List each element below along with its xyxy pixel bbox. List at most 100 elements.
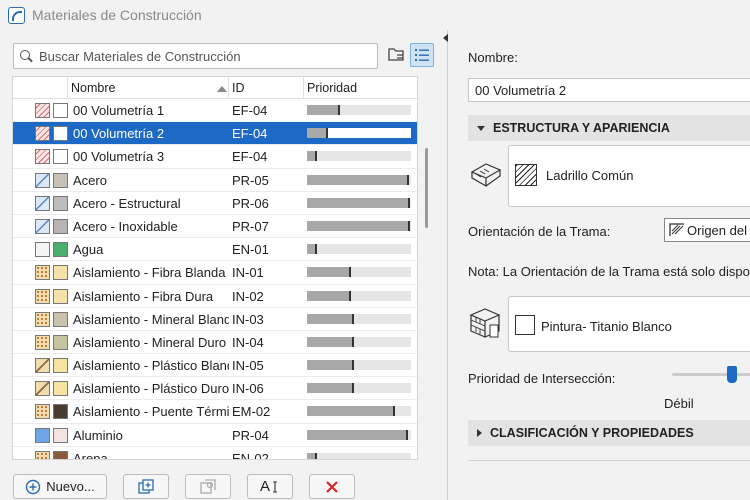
- table-row[interactable]: Agua EN-01: [13, 238, 417, 262]
- material-name: Arena: [73, 450, 108, 460]
- section-title: ESTRUCTURA Y APARIENCIA: [493, 121, 670, 135]
- intersection-priority-slider[interactable]: [672, 373, 750, 376]
- column-header-priority[interactable]: Prioridad: [307, 81, 357, 95]
- new-button[interactable]: Nuevo...: [13, 474, 107, 499]
- material-name: 00 Volumetría 3: [73, 149, 165, 165]
- folder-view-button[interactable]: [385, 43, 409, 67]
- rename-label: A: [259, 478, 270, 495]
- orientation-dropdown[interactable]: Origen del: [664, 218, 750, 242]
- column-header-name[interactable]: Nombre: [71, 81, 115, 95]
- search-field[interactable]: Buscar Materiales de Construcción: [13, 43, 378, 69]
- material-id: IN-04: [232, 334, 264, 350]
- table-row[interactable]: Acero - Inoxidable PR-07: [13, 215, 417, 239]
- duplicate-icon: [138, 478, 154, 494]
- table-row[interactable]: Aislamiento - Fibra Dura IN-02: [13, 285, 417, 308]
- section-structure-appearance[interactable]: ESTRUCTURA Y APARIENCIA: [468, 115, 750, 141]
- priority-bar-fill: [307, 220, 410, 231]
- priority-bar: [307, 151, 411, 162]
- list-icon: [415, 49, 429, 61]
- slider-knob[interactable]: [727, 366, 737, 383]
- surface-name: Pintura- Titanio Blanco: [541, 319, 672, 334]
- color-swatch: [53, 427, 68, 443]
- priority-bar: [307, 244, 411, 255]
- add-circle-icon: [26, 479, 41, 494]
- fill-pattern-swatch: [35, 334, 50, 350]
- material-id: EF-04: [232, 126, 268, 142]
- color-swatch: [53, 195, 68, 211]
- fill-pattern-swatch: [35, 242, 50, 258]
- material-id: EN-02: [232, 450, 269, 460]
- color-swatch: [53, 149, 68, 165]
- material-id: PR-04: [232, 427, 269, 443]
- table-row[interactable]: Aislamiento - Mineral Duro IN-04: [13, 331, 417, 355]
- fill-pattern-swatch: [35, 265, 50, 281]
- material-name: 00 Volumetría 2: [73, 126, 165, 142]
- duplicate-button[interactable]: [123, 474, 169, 499]
- table-row[interactable]: Aislamiento - Fibra Blanda IN-01: [13, 261, 417, 285]
- cut-fill-icon: [470, 163, 502, 188]
- color-swatch: [53, 103, 68, 118]
- fill-pattern-swatch: [35, 172, 50, 188]
- folder-tree-icon: [388, 48, 404, 61]
- priority-bar-fill: [307, 151, 317, 162]
- table-row[interactable]: 00 Volumetría 2 EF-04: [13, 122, 417, 146]
- scrollbar-thumb[interactable]: [425, 148, 428, 228]
- fill-pattern-swatch: [35, 103, 50, 118]
- table-row[interactable]: Aislamiento - Mineral Blando IN-03: [13, 308, 417, 331]
- column-separator: [228, 77, 229, 99]
- priority-bar: [307, 220, 411, 231]
- collapsed-triangle-icon: [477, 429, 482, 437]
- priority-bar: [307, 174, 411, 185]
- fill-pattern-swatch: [35, 358, 50, 374]
- table-row[interactable]: Aislamiento - Plástico Blando IN-05: [13, 354, 417, 378]
- color-swatch: [53, 381, 68, 397]
- table-row[interactable]: Acero PR-05: [13, 169, 417, 192]
- table-row[interactable]: Aislamiento - Plástico Duro IN-06: [13, 377, 417, 401]
- sort-ascending-icon: [217, 86, 227, 92]
- priority-bar-fill: [307, 452, 317, 459]
- fill-pattern-swatch: [35, 404, 50, 420]
- paint-swatch: [515, 315, 535, 335]
- window-title: Materiales de Construcción: [32, 7, 202, 23]
- section-classification-properties[interactable]: CLASIFICACIÓN Y PROPIEDADES: [468, 420, 750, 446]
- priority-bar-fill: [307, 313, 354, 324]
- rename-button[interactable]: A: [247, 474, 293, 499]
- priority-bar: [307, 452, 411, 459]
- fill-pattern-swatch: [35, 381, 50, 397]
- section-title: CLASIFICACIÓN Y PROPIEDADES: [490, 426, 694, 440]
- priority-bar: [307, 383, 411, 394]
- material-id: EM-02: [232, 404, 271, 420]
- import-button[interactable]: [185, 474, 231, 499]
- color-swatch: [53, 450, 68, 459]
- table-header: Nombre ID Prioridad: [13, 77, 417, 99]
- table-row[interactable]: 00 Volumetría 3 EF-04: [13, 145, 417, 169]
- material-name: Agua: [73, 242, 104, 258]
- table-row[interactable]: 00 Volumetría 1 EF-04: [13, 99, 417, 123]
- column-separator: [303, 77, 304, 99]
- search-input[interactable]: Buscar Materiales de Construcción: [39, 49, 241, 64]
- name-field[interactable]: 00 Volumetría 2: [468, 78, 750, 102]
- surface-selector[interactable]: Pintura- Titanio Blanco: [508, 296, 750, 352]
- table-row[interactable]: Arena EN-02: [13, 447, 417, 460]
- priority-bar-fill: [307, 128, 328, 139]
- material-id: IN-05: [232, 358, 264, 374]
- list-view-button[interactable]: [410, 43, 434, 67]
- priority-bar: [307, 336, 411, 347]
- priority-bar: [307, 290, 411, 301]
- color-swatch: [53, 404, 68, 420]
- color-swatch: [53, 265, 68, 281]
- cut-fill-name: Ladrillo Común: [546, 168, 634, 183]
- material-id: EF-04: [232, 149, 268, 165]
- table-row[interactable]: Aluminio PR-04: [13, 424, 417, 447]
- table-row[interactable]: Acero - Estructural PR-06: [13, 192, 417, 215]
- material-name: Acero: [73, 172, 107, 188]
- priority-bar-fill: [307, 244, 317, 255]
- cut-fill-selector[interactable]: Ladrillo Común: [508, 145, 750, 207]
- orientation-label: Orientación de la Trama:: [468, 224, 611, 239]
- priority-bar: [307, 313, 411, 324]
- delete-button[interactable]: [309, 474, 355, 499]
- column-separator: [67, 77, 68, 99]
- table-row[interactable]: Aislamiento - Puente Térmi... EM-02: [13, 400, 417, 424]
- column-header-id[interactable]: ID: [232, 81, 245, 95]
- material-id: IN-02: [232, 288, 264, 304]
